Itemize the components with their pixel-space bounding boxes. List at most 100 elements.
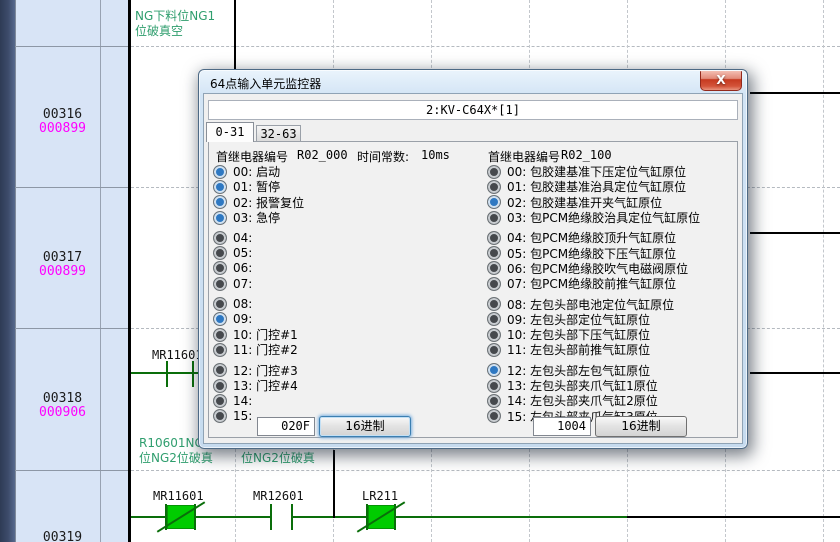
rung-wire	[627, 516, 840, 518]
input-point-label: 03: 包PCM绝缘胶治具定位气缸原位	[507, 209, 700, 226]
time-constant-label: 时间常数:	[357, 148, 409, 165]
time-constant-value: 10ms	[421, 148, 450, 162]
input-point-row: 08: 左包头部电池定位气缸原位	[485, 296, 747, 311]
tab-0-31[interactable]: 0-31	[206, 122, 254, 142]
input-point-row: 13: 左包头部夹爪气缸1原位	[485, 378, 747, 393]
input-point-row: 05:	[211, 245, 473, 260]
input-point-row: 04:	[211, 230, 473, 245]
input-point-label: 06:	[233, 261, 252, 275]
input-point-label: 13: 门控#4	[233, 377, 298, 394]
input-point-row: 04: 包PCM绝缘胶顶升气缸原位	[485, 230, 747, 245]
led-off-indicator	[487, 409, 501, 423]
comment-line: NG下料位NG1	[135, 9, 215, 24]
step-count: 000899	[20, 265, 105, 279]
input-point-row: 03: 急停	[211, 210, 473, 225]
led-off-indicator	[487, 261, 501, 275]
led-off-indicator	[213, 363, 227, 377]
led-off-indicator	[213, 277, 227, 291]
input-point-row: 07: 包PCM绝缘胶前推气缸原位	[485, 276, 747, 291]
row-separator	[15, 187, 128, 188]
row-separator	[15, 470, 128, 471]
led-on-indicator	[487, 195, 501, 209]
led-off-indicator	[213, 379, 227, 393]
input-point-label: 08:	[233, 297, 252, 311]
led-off-indicator	[487, 277, 501, 291]
contact-symbol[interactable]	[166, 361, 168, 387]
bank-value-field-left[interactable]: 020F	[257, 417, 315, 436]
rung-grid-line	[131, 470, 840, 471]
rung-label: 00319	[20, 531, 105, 542]
bank-value-field-right[interactable]: 1004	[533, 417, 591, 436]
left-nav-strip	[0, 0, 15, 542]
hex-button-right[interactable]: 16进制	[595, 416, 687, 437]
input-point-row: 08:	[211, 296, 473, 311]
input-point-row: 07:	[211, 276, 473, 291]
input-point-row: 05: 包PCM绝缘胶下压气缸原位	[485, 245, 747, 260]
input-point-row: 01: 包胶建基准治具定位气缸原位	[485, 179, 747, 194]
led-off-indicator	[487, 312, 501, 326]
input-point-label: 11: 左包头部前推气缸原位	[507, 341, 650, 358]
step-number: 00319	[20, 531, 105, 542]
input-point-label: 15:	[233, 409, 252, 423]
row-separator	[15, 328, 128, 329]
led-off-indicator	[213, 246, 227, 260]
ladder-comment: 位NG2位破真	[241, 451, 315, 466]
step-number: 00317	[20, 251, 105, 265]
rung-label: 00316 000899	[20, 108, 105, 136]
contact-symbol[interactable]	[270, 504, 272, 530]
tab-32-63[interactable]: 32-63	[256, 125, 301, 142]
rung-wire	[131, 372, 198, 374]
hex-button-left[interactable]: 16进制	[319, 416, 411, 437]
comment-line: 位NG2位破真	[139, 451, 213, 466]
led-off-indicator	[213, 261, 227, 275]
step-count: 000906	[20, 406, 105, 420]
contact-label: MR11601	[152, 348, 203, 362]
led-off-indicator	[213, 343, 227, 357]
input-point-row: 02: 包胶建基准开夹气缸原位	[485, 195, 747, 210]
led-off-indicator	[487, 297, 501, 311]
rung-grid-line	[131, 46, 840, 47]
step-number: 00316	[20, 108, 105, 122]
input-points-list-right: 00: 包胶建基准下压定位气缸原位01: 包胶建基准治具定位气缸原位02: 包胶…	[485, 164, 747, 424]
dialog-body: 2:KV-C64X*[1] 0-31 32-63 首继电器编号 R02_000 …	[203, 93, 743, 444]
contact-symbol[interactable]	[291, 504, 293, 530]
input-point-row: 14:	[211, 393, 473, 408]
led-on-indicator	[487, 363, 501, 377]
led-off-indicator	[487, 165, 501, 179]
input-monitor-dialog: 64点输入单元监控器 X 2:KV-C64X*[1] 0-31 32-63 首继…	[198, 69, 748, 449]
input-points-list-left: 00: 启动01: 暂停02: 报警复位03: 急停04: 05: 06: 07…	[211, 164, 473, 424]
led-on-indicator	[213, 180, 227, 194]
input-point-row: 12: 左包头部左包气缸原位	[485, 363, 747, 378]
rung-wire	[750, 232, 840, 234]
row-separator	[15, 46, 128, 47]
contact-symbol[interactable]	[192, 361, 194, 387]
comment-line: 位NG2位破真	[241, 451, 315, 466]
rung-label: 00317 000899	[20, 251, 105, 279]
input-point-label: 09:	[233, 312, 252, 326]
input-point-row: 03: 包PCM绝缘胶治具定位气缸原位	[485, 210, 747, 225]
close-icon: X	[716, 73, 725, 87]
ladder-comment: NG下料位NG1 位破真空	[135, 9, 215, 39]
points-tab-panel: 首继电器编号 R02_000 时间常数: 10ms 首继电器编号 R02_100…	[208, 141, 738, 438]
input-point-row: 10: 左包头部下压气缸原位	[485, 327, 747, 342]
relay-number: R02_000	[297, 148, 348, 162]
input-point-row: 00: 包胶建基准下压定位气缸原位	[485, 164, 747, 179]
led-on-indicator	[213, 211, 227, 225]
led-off-indicator	[487, 231, 501, 245]
input-point-row: 01: 暂停	[211, 179, 473, 194]
step-number: 00318	[20, 392, 105, 406]
contact-label: MR11601	[153, 489, 204, 503]
led-off-indicator	[487, 246, 501, 260]
branch-wire	[234, 0, 236, 69]
dialog-title[interactable]: 64点输入单元监控器	[210, 75, 321, 92]
led-off-indicator	[487, 328, 501, 342]
led-off-indicator	[213, 328, 227, 342]
rung-label: 00318 000906	[20, 392, 105, 420]
contact-gap	[272, 510, 291, 523]
step-count: 000899	[20, 122, 105, 136]
close-button[interactable]: X	[700, 71, 742, 91]
led-off-indicator	[213, 297, 227, 311]
ladder-left-rail	[128, 0, 131, 542]
input-point-label: 03: 急停	[233, 209, 280, 226]
led-off-indicator	[487, 379, 501, 393]
